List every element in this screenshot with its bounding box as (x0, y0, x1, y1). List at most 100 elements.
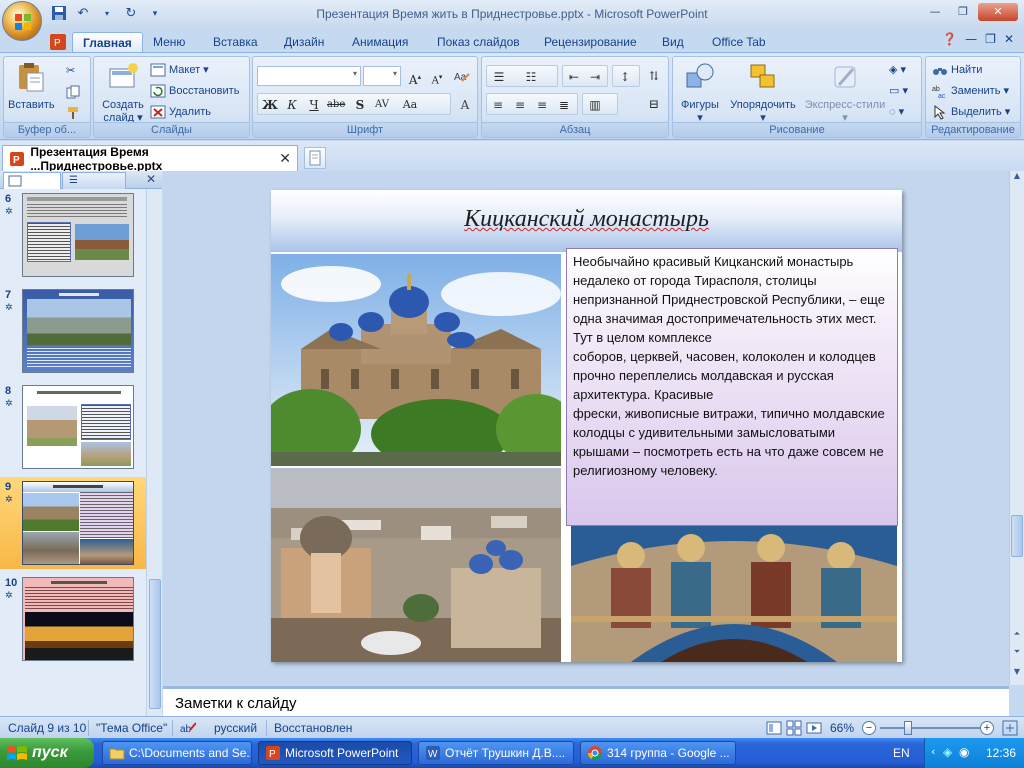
zoom-slider[interactable] (880, 727, 980, 729)
paste-button[interactable]: Вставить (8, 61, 55, 112)
tray-arrow-icon[interactable]: ‹ (931, 745, 935, 758)
cut-icon[interactable]: ✂ (66, 61, 75, 81)
slide-title[interactable]: Кицканский монастырь (271, 206, 902, 233)
tab-design[interactable]: Дизайн (284, 32, 324, 52)
close-tab-icon[interactable]: ✕ (279, 150, 291, 167)
spellcheck-icon[interactable]: ab (180, 720, 197, 736)
shrink-font-icon[interactable]: A▾ (427, 66, 447, 86)
photo-frescoes[interactable] (571, 526, 897, 662)
tab-office-tab[interactable]: Office Tab (712, 32, 766, 52)
tab-animation[interactable]: Анимация (352, 32, 408, 52)
change-case-icon[interactable]: Aa (400, 94, 420, 114)
slide-thumbnail-9[interactable]: 9 ✲ (0, 477, 146, 569)
decrease-indent-icon[interactable]: ⇤ (564, 66, 584, 86)
copy-icon[interactable] (66, 82, 80, 102)
ribbon-close-icon[interactable]: ✕ (1004, 32, 1014, 46)
format-painter-icon[interactable] (66, 103, 80, 123)
keyboard-language[interactable]: EN (893, 746, 910, 760)
slides-pane-scrollbar[interactable] (146, 189, 162, 716)
increase-indent-icon[interactable]: ⇥ (585, 66, 605, 86)
underline-icon[interactable]: Ч (304, 94, 324, 114)
maximize-button[interactable]: ❐ (950, 3, 976, 21)
tab-insert[interactable]: Вставка (213, 32, 258, 52)
find-button[interactable]: Найти (932, 60, 982, 80)
tab-outline[interactable]: ☰ (62, 172, 126, 189)
grow-font-icon[interactable]: A▴ (405, 66, 425, 87)
scroll-down-icon[interactable]: ▼ (1011, 667, 1023, 681)
select-button[interactable]: Выделить ▾ (932, 102, 1010, 122)
zoom-in-icon[interactable]: + (980, 721, 994, 735)
start-button[interactable]: пуск (0, 738, 94, 768)
font-color-icon[interactable]: A (455, 94, 475, 114)
office-button[interactable] (2, 1, 42, 41)
previous-slide-icon[interactable]: ⏶ (1011, 629, 1023, 643)
strikethrough-icon[interactable]: abe (326, 94, 346, 114)
new-slide-button[interactable]: Создать слайд ▾ (98, 61, 148, 125)
line-spacing-button[interactable]: ↕ (612, 65, 640, 87)
close-button[interactable]: ✕ (978, 3, 1018, 21)
taskbar-item-word[interactable]: W Отчёт Трушкин Д.В.... (418, 741, 574, 765)
new-tab-button[interactable] (304, 147, 326, 169)
align-center-icon[interactable]: ≡ (510, 94, 530, 114)
slideshow-icon[interactable] (806, 720, 822, 736)
shape-fill-icon[interactable]: ◈ ▾ (889, 60, 906, 80)
layout-button[interactable]: Макет ▾ (150, 60, 209, 80)
shapes-button[interactable]: Фигуры ▾ (677, 61, 723, 125)
align-text-icon[interactable]: ⊟ (644, 93, 664, 113)
slide-thumbnail-10[interactable]: 10 ✲ (0, 573, 146, 665)
clear-formatting-icon[interactable]: Aa (451, 66, 471, 86)
minimize-button[interactable]: — (922, 3, 948, 21)
photo-aerial-view[interactable] (271, 468, 561, 662)
document-tab[interactable]: P Презентация Время ...Приднестровье.ppt… (2, 145, 298, 173)
next-slide-icon[interactable]: ⏷ (1011, 647, 1023, 661)
slide-scroll-thumb[interactable] (1011, 515, 1023, 557)
ribbon-minimize-icon[interactable]: — (965, 32, 977, 46)
font-size-dropdown[interactable]: ▾ (363, 66, 401, 86)
tab-slides[interactable] (3, 172, 61, 189)
slides-pane-scroll-thumb[interactable] (149, 579, 161, 709)
ribbon-restore-icon[interactable]: ❐ (985, 32, 996, 46)
slide-canvas[interactable]: Кицканский монастырь Необычайно красивый… (271, 190, 902, 662)
photo-monastery-church[interactable] (271, 254, 561, 466)
slide-thumbnail-7[interactable]: 7 ✲ (0, 285, 146, 377)
bold-icon[interactable]: Ж (260, 94, 280, 114)
zoom-slider-knob[interactable] (904, 721, 912, 735)
bullets-icon[interactable]: ☰ (489, 66, 509, 86)
tab-menu[interactable]: Меню (153, 32, 185, 52)
fit-to-window-icon[interactable] (1002, 720, 1018, 736)
arrange-button[interactable]: Упорядочить ▾ (725, 61, 801, 125)
notes-pane[interactable]: Заметки к слайду (163, 686, 1009, 716)
zoom-out-icon[interactable]: − (862, 721, 876, 735)
text-shadow-icon[interactable]: S (350, 94, 370, 114)
help-icon[interactable]: ❓ (942, 32, 957, 46)
taskbar-item-powerpoint[interactable]: P Microsoft PowerPoint (258, 741, 412, 765)
zoom-level[interactable]: 66% (830, 720, 854, 736)
shape-effects-icon[interactable]: ◌ ▾ (889, 102, 904, 122)
slide-body-textbox[interactable]: Необычайно красивый Кицканский монастырь… (566, 248, 898, 526)
tab-view[interactable]: Вид (662, 32, 684, 52)
tab-home[interactable]: Главная (72, 32, 143, 52)
align-left-icon[interactable]: ≡ (488, 94, 508, 114)
shape-outline-icon[interactable]: ▭ ▾ (889, 81, 908, 101)
char-spacing-icon[interactable]: AV (372, 94, 392, 114)
taskbar-item-explorer[interactable]: C:\Documents and Se... (102, 741, 252, 765)
columns-button[interactable]: ▥ (582, 93, 618, 115)
language-status[interactable]: русский (214, 720, 257, 736)
justify-icon[interactable]: ≣ (554, 94, 574, 114)
express-styles-button[interactable]: Экспресс-стили ▾ (803, 61, 887, 125)
normal-view-icon[interactable] (766, 720, 782, 736)
taskbar-item-chrome[interactable]: 314 группа - Google ... (580, 741, 736, 765)
theme-name[interactable]: "Тема Office" (96, 720, 167, 736)
close-pane-icon[interactable]: ✕ (146, 172, 156, 186)
tab-slideshow[interactable]: Показ слайдов (437, 32, 520, 52)
slide-thumbnail-6[interactable]: 6 ✲ (0, 189, 146, 281)
reset-button[interactable]: Восстановить (150, 81, 239, 101)
delete-slide-button[interactable]: Удалить (150, 102, 211, 122)
numbering-icon[interactable]: ☷ (521, 66, 541, 86)
font-name-dropdown[interactable]: ▾ (257, 66, 361, 86)
scroll-up-icon[interactable]: ▲ (1011, 171, 1023, 185)
replace-button[interactable]: ab ac Заменить ▾ (932, 81, 1009, 101)
slide-sorter-icon[interactable] (786, 720, 802, 736)
align-right-icon[interactable]: ≡ (532, 94, 552, 114)
network-icon[interactable]: ◈ (943, 745, 952, 759)
